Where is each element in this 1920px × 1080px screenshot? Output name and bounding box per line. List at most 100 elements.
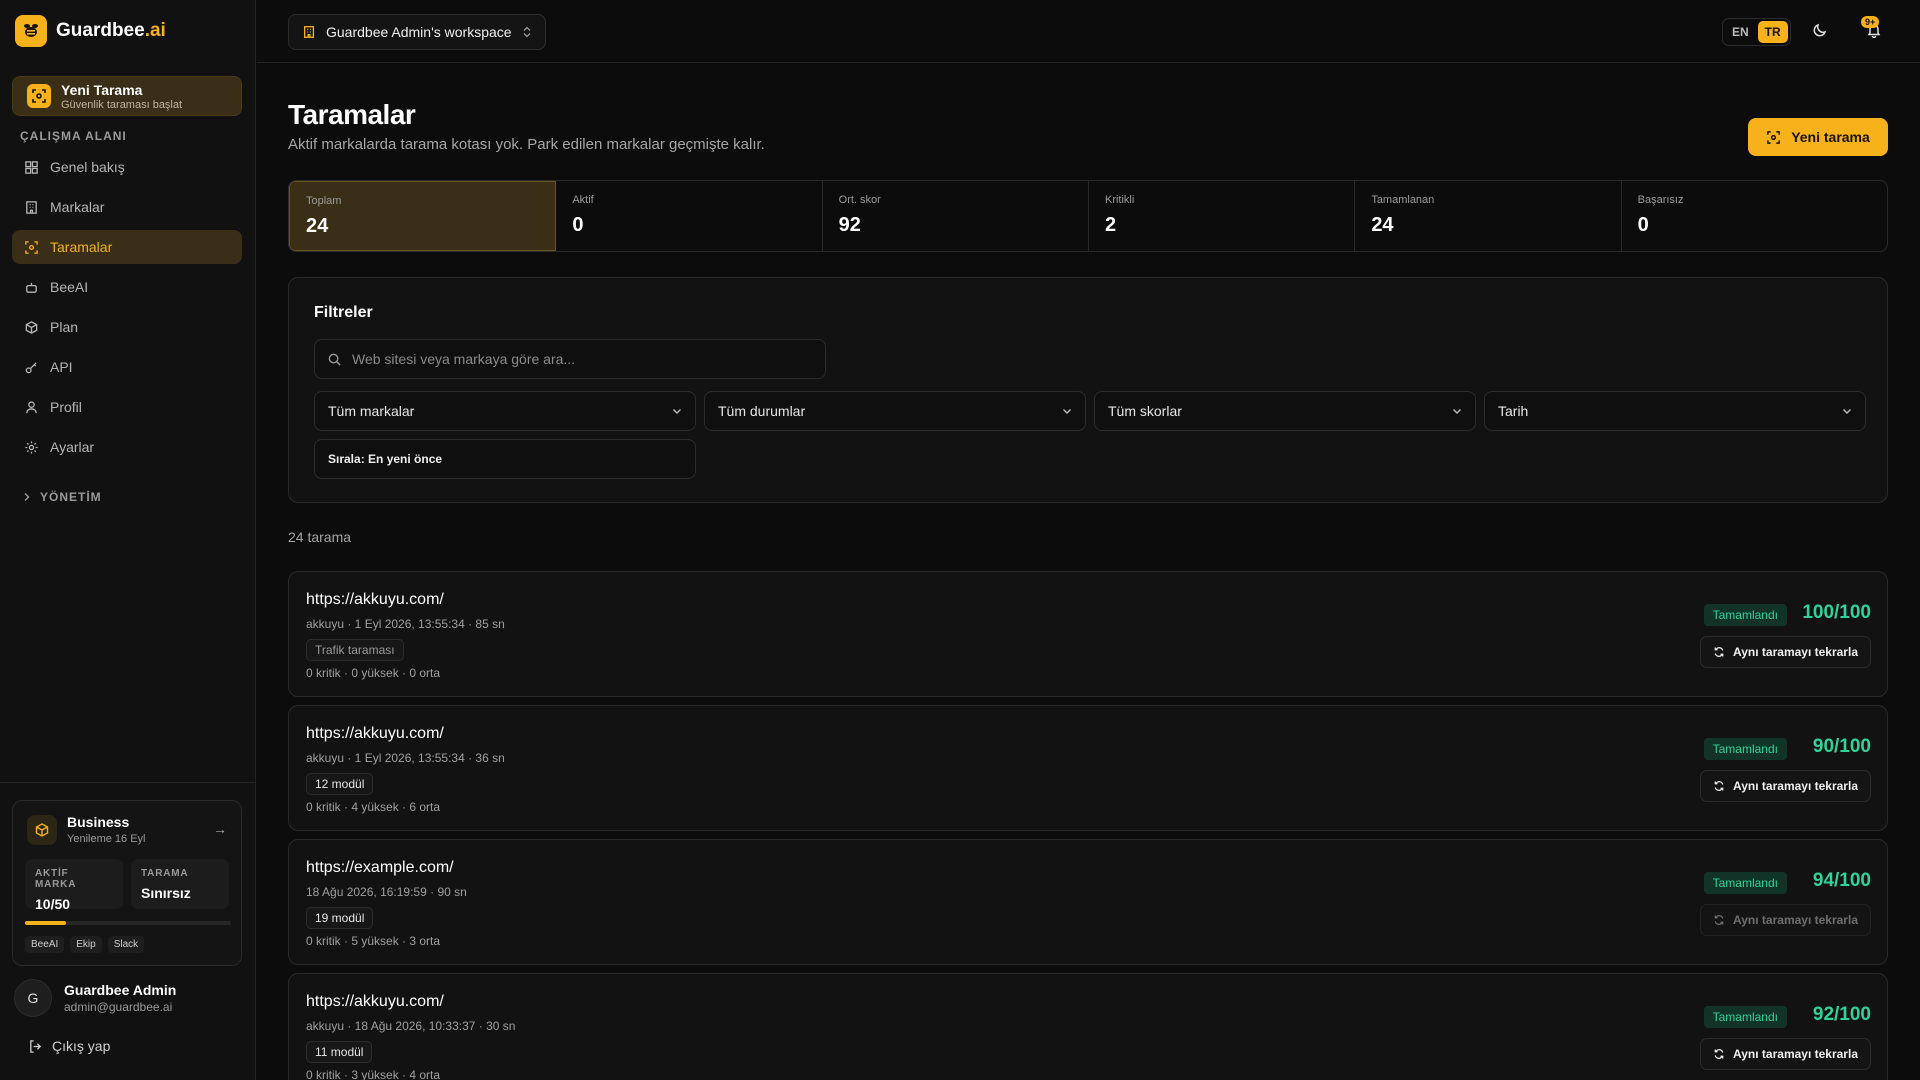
sort-value: Sırala: En yeni önce xyxy=(328,452,443,466)
scan-url[interactable]: https://akkuyu.com/ xyxy=(306,591,444,609)
active-brands-label: AKTİF MARKA xyxy=(35,868,77,890)
score-filter-select[interactable]: Tüm skorlar xyxy=(1094,391,1476,431)
sidebar-item-label: Ayarlar xyxy=(50,439,95,455)
new-scan-primary-button[interactable]: Yeni tarama xyxy=(1748,118,1888,156)
workspace-switcher[interactable]: Guardbee Admin's workspace xyxy=(288,14,546,50)
key-icon xyxy=(25,361,37,373)
arrow-right-icon[interactable]: → xyxy=(213,821,227,837)
logout-label: Çıkış yap xyxy=(52,1038,111,1054)
plan-feature-tag: BeeAI xyxy=(25,936,65,953)
plan-card[interactable]: Business Yenileme 16 Eyl → AKTİF MARKA 1… xyxy=(12,800,242,966)
stat-failed[interactable]: Başarısız 0 xyxy=(1622,181,1887,251)
stat-active[interactable]: Aktif 0 xyxy=(556,181,823,251)
management-section-toggle[interactable]: YÖNETİM xyxy=(22,490,102,504)
brand-filter-select[interactable]: Tüm markalar xyxy=(314,391,696,431)
repeat-scan-button[interactable]: Aynı taramayı tekrarla xyxy=(1700,904,1871,936)
stat-critical[interactable]: Kritikli 2 xyxy=(1089,181,1356,251)
plan-features: BeeAI Ekip Slack xyxy=(25,936,145,953)
filters-panel: Filtreler Tüm markalar Tüm durumlar Tüm … xyxy=(288,277,1888,503)
chevron-right-icon xyxy=(24,493,30,501)
scan-quota-box: TARAMA Sınırsız xyxy=(131,859,229,909)
search-input[interactable] xyxy=(352,351,812,367)
repeat-scan-button[interactable]: Aynı taramayı tekrarla xyxy=(1700,1038,1871,1070)
scan-url[interactable]: https://example.com/ xyxy=(306,859,454,877)
stat-avg-score[interactable]: Ort. skor 92 xyxy=(823,181,1089,251)
scan-card[interactable]: https://akkuyu.com/ akkuyu · 1 Eyl 2026,… xyxy=(288,571,1888,697)
theme-toggle-moon-icon[interactable] xyxy=(1812,22,1828,43)
user-name: Guardbee Admin xyxy=(64,982,177,998)
lang-en-button[interactable]: EN xyxy=(1725,21,1756,43)
plan-feature-tag: Slack xyxy=(107,936,145,953)
sidebar-item-scans[interactable]: Taramalar xyxy=(12,230,242,264)
stats-bar: Toplam 24 Aktif 0 Ort. skor 92 Kritikli … xyxy=(288,180,1888,252)
stat-label: Kritikli xyxy=(1104,194,1135,206)
scan-score: 90/100 xyxy=(1812,736,1871,757)
bot-icon xyxy=(26,282,37,293)
filter-selects: Tüm markalar Tüm durumlar Tüm skorlar Ta… xyxy=(314,391,1866,431)
lang-tr-button[interactable]: TR xyxy=(1757,21,1788,43)
stat-value: 0 xyxy=(1637,214,1649,236)
refresh-icon xyxy=(1714,781,1724,791)
active-brands-value: 10/50 xyxy=(35,896,71,912)
page-title: Taramalar xyxy=(288,99,416,130)
scan-url[interactable]: https://akkuyu.com/ xyxy=(306,725,444,743)
logout-button[interactable]: Çıkış yap xyxy=(28,1038,110,1054)
status-badge: Tamamlandı xyxy=(1703,604,1787,626)
sidebar-item-label: Plan xyxy=(50,319,79,335)
box-icon xyxy=(27,815,57,845)
page-subtitle: Aktif markalarda tarama kotası yok. Park… xyxy=(288,136,765,153)
scan-meta: akkuyu · 1 Eyl 2026, 13:55:34 · 85 sn xyxy=(306,617,505,631)
sidebar-item-settings[interactable]: Ayarlar xyxy=(12,430,242,464)
status-filter-select[interactable]: Tüm durumlar xyxy=(704,391,1086,431)
new-scan-title: Yeni Tarama xyxy=(61,81,143,98)
avatar: G xyxy=(14,979,52,1017)
scan-card[interactable]: https://akkuyu.com/ akkuyu · 1 Eyl 2026,… xyxy=(288,705,1888,831)
sidebar-item-brands[interactable]: Markalar xyxy=(12,190,242,224)
scan-url[interactable]: https://akkuyu.com/ xyxy=(306,993,444,1011)
sidebar-item-overview[interactable]: Genel bakış xyxy=(12,150,242,184)
scan-card[interactable]: https://example.com/ 18 Ağu 2026, 16:19:… xyxy=(288,839,1888,965)
stat-value: 24 xyxy=(306,215,329,237)
sidebar-item-beeai[interactable]: BeeAI xyxy=(12,270,242,304)
scan-tag: 11 modül xyxy=(306,1041,373,1063)
grid-icon xyxy=(25,160,38,174)
sort-select[interactable]: Sırala: En yeni önce xyxy=(314,439,696,479)
stat-total[interactable]: Toplam 24 xyxy=(289,181,557,251)
topbar: Guardbee Admin's workspace EN TR 9+ xyxy=(257,0,1920,63)
new-scan-button[interactable]: Yeni Tarama Güvenlik taraması başlat xyxy=(12,76,242,116)
scan-icon xyxy=(1767,130,1781,144)
repeat-scan-label: Aynı taramayı tekrarla xyxy=(1733,1047,1858,1061)
repeat-scan-button[interactable]: Aynı taramayı tekrarla xyxy=(1700,770,1871,802)
select-value: Tüm skorlar xyxy=(1108,403,1182,419)
scan-severity-summary: 0 kritik · 4 yüksek · 6 orta xyxy=(306,800,441,814)
date-filter-select[interactable]: Tarih xyxy=(1484,391,1866,431)
sidebar-item-api[interactable]: API xyxy=(12,350,242,384)
logo[interactable]: Guardbee.ai xyxy=(15,15,166,47)
chevron-down-icon xyxy=(1843,409,1851,414)
scan-card[interactable]: https://akkuyu.com/ akkuyu · 18 Ağu 2026… xyxy=(288,973,1888,1080)
user-email: admin@guardbee.ai xyxy=(64,1000,173,1014)
user-profile[interactable]: G Guardbee Admin admin@guardbee.ai xyxy=(14,979,176,1017)
scan-tag: Trafik taraması xyxy=(306,639,404,661)
sidebar-item-plan[interactable]: Plan xyxy=(12,310,242,344)
gear-icon xyxy=(25,440,38,454)
sidebar-item-profile[interactable]: Profil xyxy=(12,390,242,424)
status-badge: Tamamlandı xyxy=(1703,738,1787,760)
scan-meta: 18 Ağu 2026, 16:19:59 · 90 sn xyxy=(306,885,467,899)
notifications-badge: 9+ xyxy=(1861,16,1880,28)
language-switcher: EN TR xyxy=(1722,18,1791,46)
filters-title: Filtreler xyxy=(314,304,373,321)
active-brands-box: AKTİF MARKA 10/50 xyxy=(25,859,123,912)
new-scan-primary-label: Yeni tarama xyxy=(1791,129,1870,145)
plan-feature-tag: Ekip xyxy=(70,936,102,953)
scan-meta: akkuyu · 18 Ağu 2026, 10:33:37 · 30 sn xyxy=(306,1019,516,1033)
sidebar: Guardbee.ai Yeni Tarama Güvenlik taramas… xyxy=(0,0,256,1080)
repeat-scan-label: Aynı taramayı tekrarla xyxy=(1733,645,1858,659)
scan-score: 100/100 xyxy=(1802,602,1871,623)
chevron-down-icon xyxy=(673,409,681,414)
scan-quota-label: TARAMA xyxy=(141,868,189,879)
brand-usage-bar xyxy=(25,921,231,925)
stat-label: Ort. skor xyxy=(838,194,881,206)
stat-completed[interactable]: Tamamlanan 24 xyxy=(1355,181,1622,251)
repeat-scan-button[interactable]: Aynı taramayı tekrarla xyxy=(1700,636,1871,668)
